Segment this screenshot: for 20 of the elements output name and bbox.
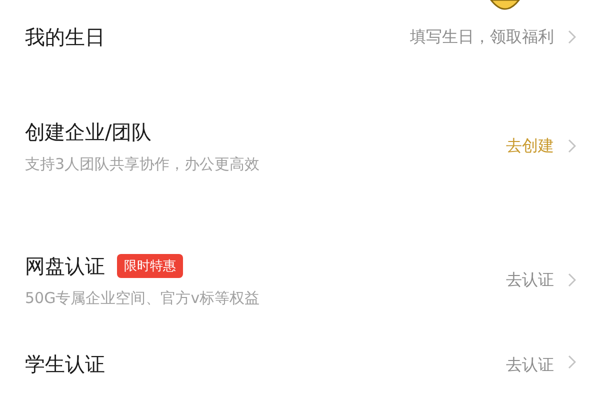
chevron-right-icon bbox=[568, 30, 576, 44]
settings-row[interactable]: 创建企业/团队 支持3人团队共享协作，办公更高效 去创建 bbox=[0, 74, 600, 218]
row-title: 我的生日 bbox=[25, 24, 105, 51]
settings-row[interactable]: 网盘认证 限时特惠 50G专属企业空间、官方v标等权益 去认证 bbox=[0, 218, 600, 343]
row-action: 填写生日，领取福利 bbox=[410, 26, 554, 48]
chevron-right-icon bbox=[568, 139, 576, 154]
promo-badge: 限时特惠 bbox=[117, 254, 183, 278]
row-subtitle: 50G专属企业空间、官方v标等权益 bbox=[25, 288, 261, 308]
row-title: 学生认证 bbox=[25, 351, 105, 378]
row-action: 去创建 bbox=[506, 136, 554, 157]
row-action: 去认证 bbox=[506, 355, 554, 376]
chevron-right-icon bbox=[568, 355, 576, 369]
coin-icon bbox=[490, 0, 520, 12]
settings-row[interactable]: 我的生日 填写生日，领取福利 bbox=[0, 0, 600, 74]
settings-row[interactable]: 学生认证 去认证 bbox=[0, 343, 600, 400]
row-title: 创建企业/团队 bbox=[25, 118, 152, 146]
chevron-right-icon bbox=[568, 273, 576, 288]
row-action: 去认证 bbox=[506, 270, 554, 291]
row-title: 网盘认证 bbox=[25, 252, 105, 280]
row-subtitle: 支持3人团队共享协作，办公更高效 bbox=[25, 154, 261, 174]
